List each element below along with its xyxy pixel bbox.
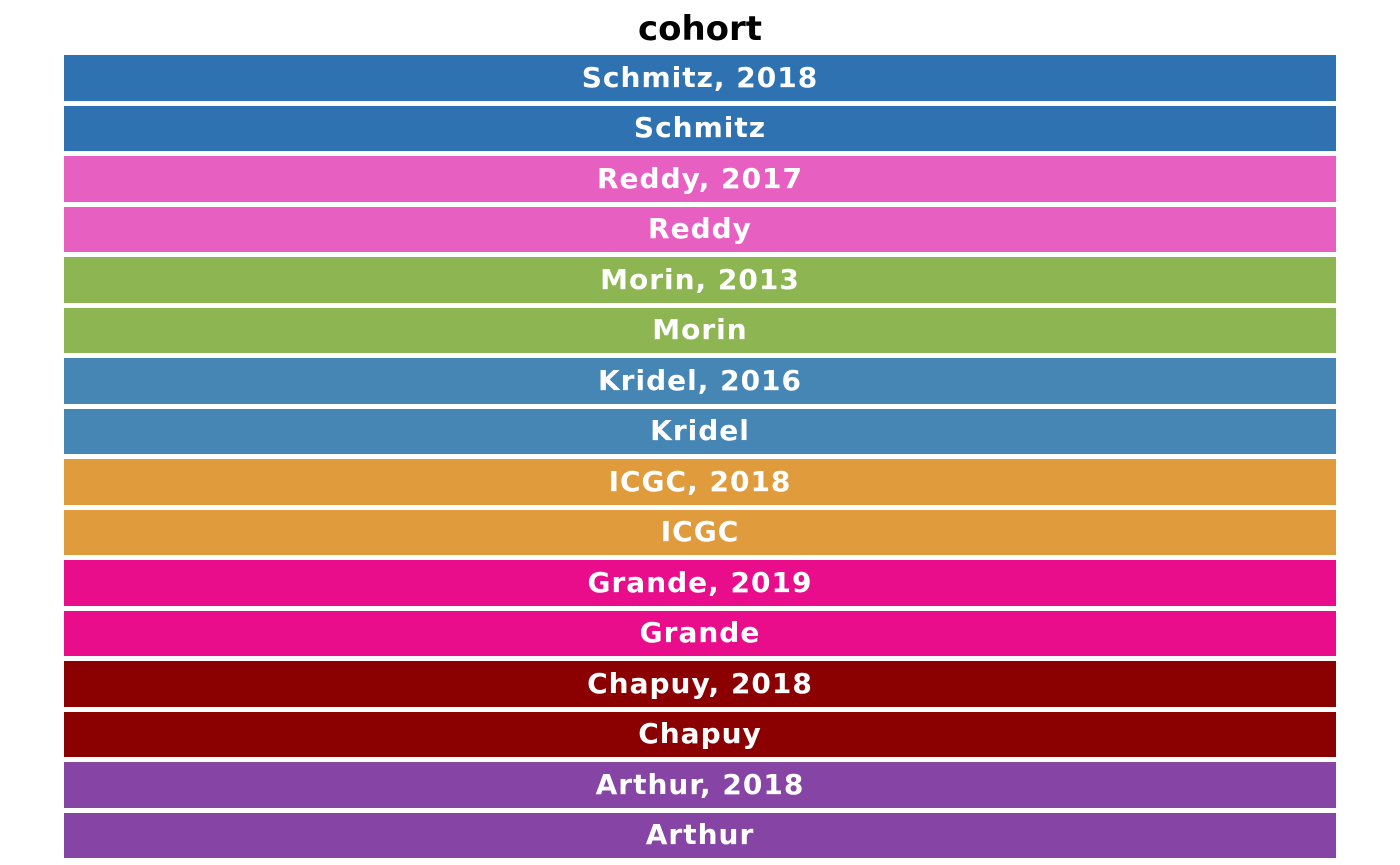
swatch-label: ICGC, 2018 [608, 464, 792, 498]
swatch-bar: Schmitz, 2018 [64, 55, 1336, 101]
swatch-label: Kridel [650, 414, 750, 448]
swatch-label: Schmitz [633, 111, 767, 145]
swatch-label: ICGC [660, 515, 740, 549]
swatch-bar: Schmitz [64, 105, 1336, 151]
swatch-label: Schmitz, 2018 [581, 60, 819, 94]
swatch-label: Reddy, 2017 [596, 161, 804, 195]
swatch-bar: Grande, 2019 [64, 560, 1336, 606]
swatch-bar: Morin [64, 307, 1336, 353]
swatch-label: Morin [652, 313, 748, 347]
swatch-bar: Chapuy [64, 711, 1336, 757]
swatch-bar: Grande [64, 610, 1336, 656]
swatch-bar: ICGC [64, 509, 1336, 555]
swatch-label: Chapuy [638, 717, 762, 751]
swatch-bar: Kridel, 2016 [64, 358, 1336, 404]
swatch-bar: Morin, 2013 [64, 257, 1336, 303]
swatch-label: Kridel, 2016 [597, 363, 803, 397]
swatch-bar: Reddy [64, 206, 1336, 252]
swatch-label: Grande [639, 616, 761, 650]
swatch-label: Arthur [645, 818, 755, 852]
swatch-label: Morin, 2013 [600, 262, 800, 296]
swatch-bar: Chapuy, 2018 [64, 661, 1336, 707]
swatch-bar: Kridel [64, 408, 1336, 454]
swatch-bar: Reddy, 2017 [64, 156, 1336, 202]
chart-title: cohort [637, 9, 763, 49]
color-swatch-list: Schmitz, 2018 Schmitz Reddy, 2017 Reddy Mori… [64, 55, 1336, 863]
swatch-bar: Arthur [64, 812, 1336, 858]
swatch-label: Grande, 2019 [587, 565, 813, 599]
swatch-bar: Arthur, 2018 [64, 762, 1336, 808]
swatch-label: Arthur, 2018 [595, 767, 805, 801]
swatch-label: Reddy [648, 212, 752, 246]
swatch-bar: ICGC, 2018 [64, 459, 1336, 505]
swatch-label: Chapuy, 2018 [587, 666, 813, 700]
